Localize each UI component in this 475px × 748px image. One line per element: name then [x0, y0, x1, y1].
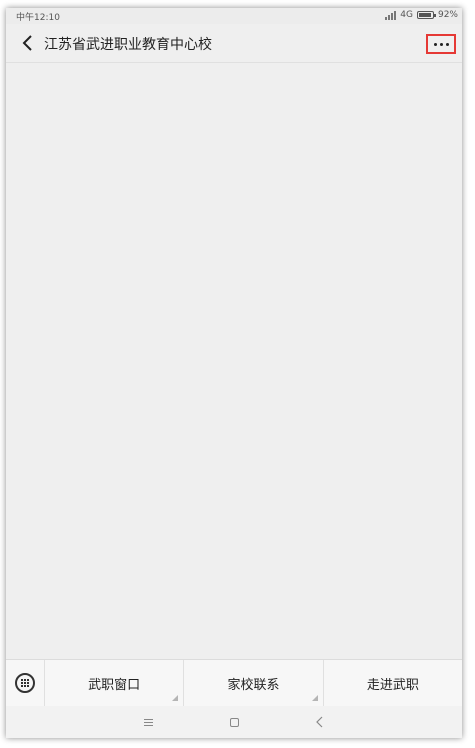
menu-item-label: 家校联系 [227, 677, 280, 693]
status-time: 中午12:10 [16, 13, 60, 23]
battery-icon [416, 11, 436, 19]
top-nav-bar: 江苏省武进职业教育中心校 [6, 24, 462, 63]
status-indicators: 4G 92% [385, 10, 458, 20]
menu-item-about-wuzhi[interactable]: 走进武职 [324, 660, 462, 706]
more-horizontal-icon[interactable] [426, 34, 456, 54]
page-content [6, 63, 462, 659]
phone-screen: 中午12:10 4G 92% 江苏省武进职业教育中心校 武职窗口 家校联系 走进… [6, 8, 462, 738]
system-navigation-bar [6, 706, 462, 738]
signal-icon [385, 10, 397, 20]
menu-item-label: 走进武职 [366, 677, 419, 693]
submenu-indicator-icon [311, 695, 318, 701]
page-title: 江苏省武进职业教育中心校 [44, 37, 212, 53]
menu-icon[interactable] [136, 712, 160, 732]
menu-item-home-school-contact[interactable]: 家校联系 [184, 660, 324, 706]
back-icon[interactable] [308, 712, 332, 732]
keyboard-icon[interactable] [6, 660, 45, 706]
official-account-menu: 武职窗口 家校联系 走进武职 [6, 659, 462, 706]
network-type: 4G [400, 10, 413, 20]
chevron-left-icon[interactable] [20, 34, 36, 52]
battery-percent: 92% [437, 10, 458, 20]
home-icon[interactable] [222, 712, 246, 732]
menu-item-label: 武职窗口 [88, 677, 141, 693]
submenu-indicator-icon [172, 695, 179, 701]
menu-item-wuzhi-window[interactable]: 武职窗口 [45, 660, 185, 706]
status-bar: 中午12:10 4G 92% [6, 8, 462, 24]
